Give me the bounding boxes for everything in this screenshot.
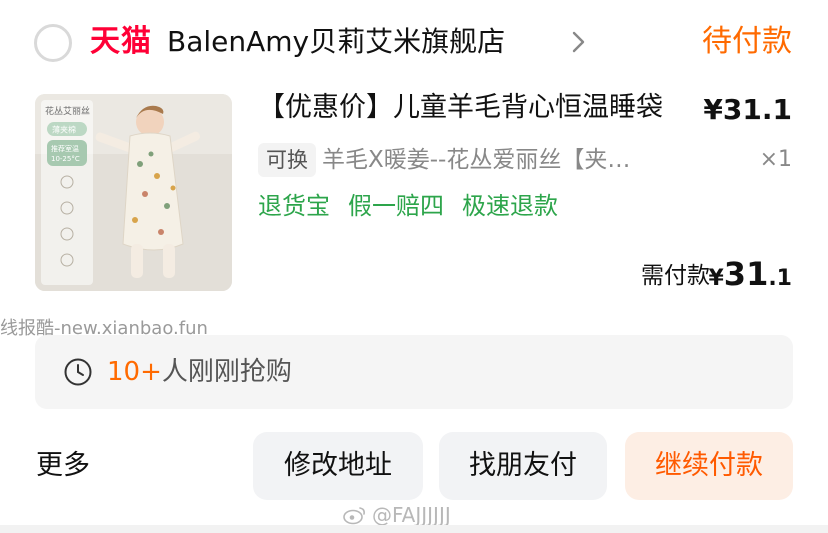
product-sku[interactable]: 羊毛X暖姜--花丛爱丽丝【夹… <box>322 140 692 180</box>
clock-icon <box>64 358 92 386</box>
amount-due: ¥31.1 <box>708 252 792 302</box>
exchange-tag: 可换 <box>258 143 316 177</box>
product-title[interactable]: 【优惠价】儿童羊毛背心恒温睡袋 <box>258 88 663 128</box>
tmall-logo: 天猫 <box>90 24 152 59</box>
amount-due-label: 需付款 <box>641 263 710 289</box>
recent-buyers-count: 10+ <box>107 357 162 387</box>
shop-name[interactable]: BalenAmy贝莉艾米旗舰店 <box>167 22 505 62</box>
product-thumbnail[interactable]: 花丛艾丽丝 薄夹棉 推荐室温 10-25°C <box>35 94 232 291</box>
order-status: 待付款 <box>702 24 792 59</box>
amount-due-decimal: .1 <box>768 266 792 291</box>
select-order-radio[interactable] <box>34 24 72 62</box>
thumb-brand-text: 花丛艾丽丝 <box>45 105 90 117</box>
thumb-temp-label: 推荐室温 <box>51 144 79 153</box>
recent-buyers-banner: 10+人刚刚抢购 <box>35 335 793 409</box>
amount-due-currency: ¥ <box>708 266 724 291</box>
bottom-divider <box>0 525 828 533</box>
continue-pay-button[interactable]: 继续付款 <box>625 432 793 500</box>
product-price: ¥31.1 <box>703 93 792 126</box>
friend-pay-button[interactable]: 找朋友付 <box>439 432 607 500</box>
order-header: 天猫 BalenAmy贝莉艾米旗舰店 待付款 <box>0 0 828 88</box>
service-tag-return-insurance: 退货宝 <box>258 192 330 220</box>
service-tag-fake-compensation: 假一赔四 <box>348 192 444 220</box>
product-quantity: ×1 <box>759 147 792 172</box>
thumb-temp-range: 10-25°C <box>51 155 80 163</box>
service-tags: 退货宝 假一赔四 极速退款 <box>258 186 558 226</box>
chevron-right-icon[interactable] <box>570 28 588 56</box>
weibo-icon <box>343 507 365 525</box>
thumb-badge: 薄夹棉 <box>52 125 76 135</box>
service-tag-fast-refund: 极速退款 <box>462 192 558 220</box>
recent-buyers-label: 人刚刚抢购 <box>161 357 292 387</box>
modify-address-button[interactable]: 修改地址 <box>253 432 423 500</box>
more-button[interactable]: 更多 <box>36 446 90 486</box>
recent-buyers-text: 10+人刚刚抢购 <box>107 352 292 392</box>
amount-due-integer: 31 <box>723 255 769 293</box>
product-image: 花丛艾丽丝 薄夹棉 推荐室温 10-25°C <box>35 94 232 291</box>
